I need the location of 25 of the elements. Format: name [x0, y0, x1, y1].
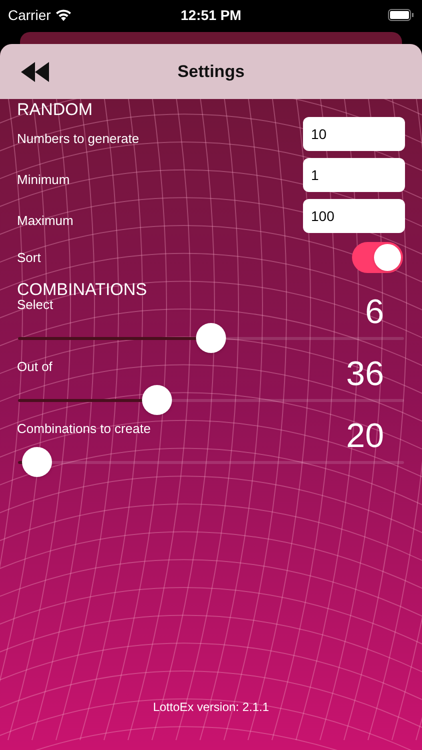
slider-value: 36 [346, 355, 384, 393]
slider[interactable] [18, 385, 404, 415]
field-label: Minimum [17, 171, 70, 190]
sort-label: Sort [17, 248, 41, 267]
rewind-icon [21, 62, 51, 82]
slider-label: Out of [17, 358, 52, 376]
back-button[interactable] [20, 60, 52, 84]
screen-title: Settings [177, 60, 245, 83]
slider[interactable] [18, 323, 404, 353]
input-field[interactable]: 1 [303, 158, 405, 192]
section-heading: RANDOM [16, 99, 94, 121]
input-field[interactable]: 100 [303, 199, 405, 233]
slider-value: 6 [365, 293, 384, 331]
slider[interactable] [18, 447, 404, 477]
battery-icon [388, 9, 414, 21]
field-label: Maximum [17, 212, 74, 230]
wifi-icon [54, 9, 72, 21]
version-label: LottoEx version: 2.1.1 [152, 699, 270, 716]
field-label: Numbers to generate [17, 130, 140, 148]
slider-label: Combinations to create [17, 420, 151, 438]
clock-time: 12:51 PM [180, 6, 242, 24]
sort-toggle[interactable] [352, 242, 403, 273]
carrier-label: Carrier [8, 6, 51, 24]
slider-value: 20 [346, 417, 384, 455]
input-field[interactable]: 10 [303, 117, 405, 151]
